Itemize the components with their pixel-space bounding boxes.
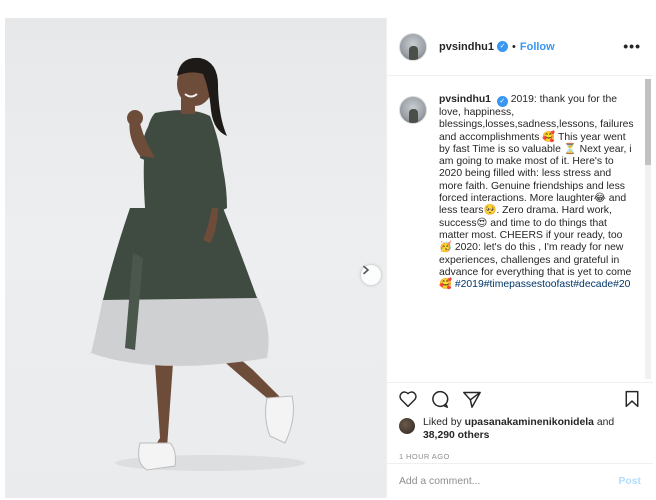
caption-username[interactable]: pvsindhu1 (439, 94, 491, 105)
post-side-panel: pvsindhu1 ✓ • Follow ••• pvsindhu1 ✓ 201… (386, 18, 653, 498)
verified-badge-icon: ✓ (496, 96, 508, 107)
bookmark-icon[interactable] (623, 390, 641, 408)
share-icon[interactable] (462, 390, 482, 408)
likes-text: Liked by upasanakaminenikonidela and 38,… (423, 416, 643, 442)
header-separator: • (512, 40, 516, 53)
post-header: pvsindhu1 ✓ • Follow ••• (387, 18, 653, 76)
caption-body: 2019: thank you for the love, happiness,… (439, 94, 634, 291)
post-timestamp[interactable]: 1 HOUR AGO (399, 452, 450, 461)
instagram-post-modal: pvsindhu1 ✓ • Follow ••• pvsindhu1 ✓ 201… (0, 0, 656, 500)
scrollbar-thumb[interactable] (645, 79, 651, 165)
likes-count[interactable]: 38,290 others (423, 430, 489, 441)
carousel-next-button[interactable] (361, 265, 381, 285)
caption-scrollbar[interactable] (645, 79, 651, 379)
post-photo[interactable] (5, 18, 386, 498)
comment-input[interactable] (399, 475, 619, 487)
caption-text: pvsindhu1 ✓ 2019: thank you for the love… (439, 94, 635, 291)
woman-in-dress-illustration (91, 57, 305, 471)
likes-prefix: Liked by (423, 417, 462, 428)
caption-avatar[interactable] (399, 96, 427, 124)
caption-hashtags[interactable]: #2019#timepassestoofast#decade#20 (455, 279, 631, 290)
likes-and: and (596, 417, 615, 428)
likes-summary: Liked by upasanakaminenikonidela and 38,… (399, 416, 643, 442)
post-comment-button[interactable]: Post (618, 476, 641, 487)
heart-icon[interactable] (398, 390, 418, 408)
liker-username[interactable]: upasanakaminenikonidela (465, 417, 594, 428)
comment-icon[interactable] (430, 390, 450, 408)
liker-avatar[interactable] (399, 418, 415, 434)
chevron-right-icon (363, 265, 370, 275)
follow-button[interactable]: Follow (520, 41, 555, 53)
author-avatar[interactable] (399, 32, 427, 61)
action-bar (387, 382, 653, 412)
author-username[interactable]: pvsindhu1 (439, 41, 494, 53)
comment-bar: Post (387, 463, 653, 498)
more-options-icon[interactable]: ••• (623, 38, 641, 54)
caption-section: pvsindhu1 ✓ 2019: thank you for the love… (387, 77, 653, 382)
verified-badge-icon: ✓ (497, 41, 509, 52)
